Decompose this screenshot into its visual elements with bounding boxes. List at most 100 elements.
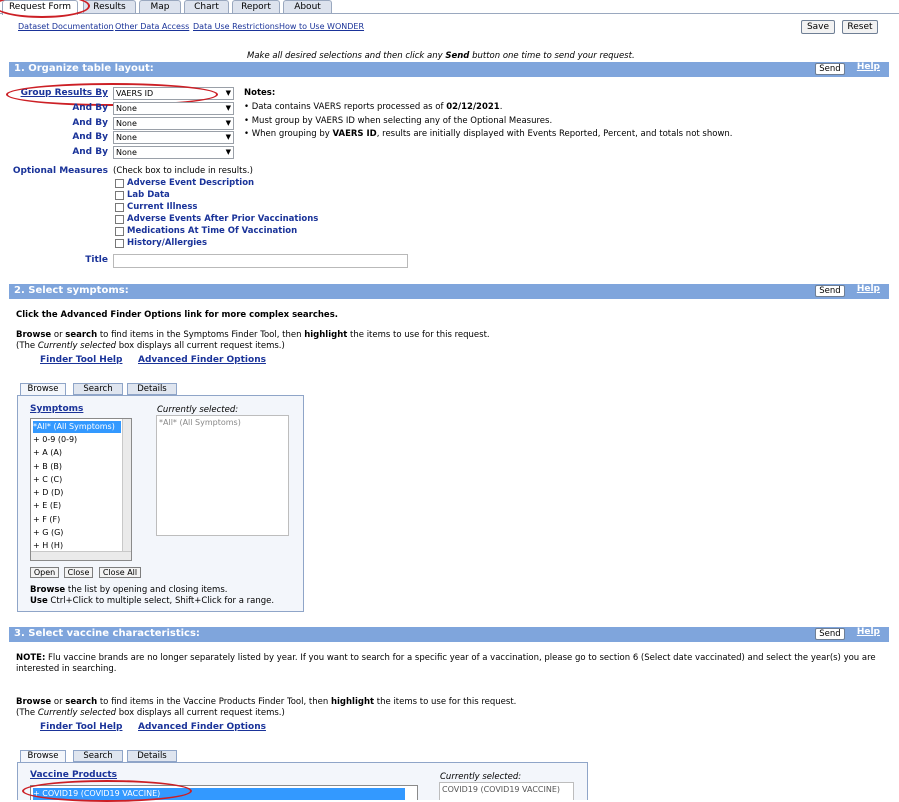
chevron-down-icon: ▼ [225,133,231,141]
help-link-1[interactable]: Help [857,62,880,72]
vaccine-tab-details[interactable]: Details [127,750,177,762]
link-other-data-access[interactable]: Other Data Access [115,22,189,31]
tab-report[interactable]: Report [232,0,280,13]
checkbox-history-allergies[interactable] [115,239,124,248]
section-2-title: 2. Select symptoms: [14,285,129,296]
vaccine-listbox[interactable]: + COVID19 (COVID19 VACCINE) [30,785,418,800]
checkbox-lab-data[interactable] [115,191,124,200]
symptoms-currently-box[interactable]: *All* (All Symptoms) [156,415,289,536]
save-button[interactable]: Save [801,20,835,34]
checkbox-current-illness[interactable] [115,203,124,212]
and-by-label-2: And By [72,118,108,128]
group-results-select[interactable]: VAERS ID ▼ [113,87,234,100]
list-item[interactable]: + E (E) [33,500,61,512]
list-item[interactable]: + G (G) [33,527,63,539]
list-item[interactable]: + 0-9 (0-9) [33,434,77,446]
chevron-down-icon: ▼ [225,119,231,127]
label-adverse-event-description: Adverse Event Description [127,178,255,188]
group-results-label[interactable]: Group Results By [20,88,108,98]
note-3: • When grouping by VAERS ID, results are… [244,129,733,139]
help-link-2[interactable]: Help [857,284,880,294]
symptoms-tab-search[interactable]: Search [73,383,123,395]
and-by-label-3: And By [72,132,108,142]
tab-bar: Request Form Results Map Chart Report Ab… [0,0,899,15]
label-lab-data: Lab Data [127,190,170,200]
chevron-down-icon: ▼ [225,104,231,112]
symptoms-list-title[interactable]: Symptoms [30,404,83,414]
vaccine-note-line: (The Currently selected box displays all… [16,708,285,718]
tab-results[interactable]: Results [83,0,136,13]
notes-title: Notes: [244,88,276,98]
symptoms-finder-help-link[interactable]: Finder Tool Help [40,355,122,365]
label-adverse-events-prior: Adverse Events After Prior Vaccinations [127,214,319,224]
symptoms-help-use: Use Ctrl+Click to multiple select, Shift… [30,596,275,606]
vaccine-currently-box[interactable]: COVID19 (COVID19 VACCINE) [439,782,574,800]
vaccine-finder-help-link[interactable]: Finder Tool Help [40,722,122,732]
and-by-select-2[interactable]: None ▼ [113,117,234,130]
horizontal-scrollbar[interactable] [31,551,131,560]
vaccine-advanced-link[interactable]: Advanced Finder Options [138,722,266,732]
vaccine-tab-search[interactable]: Search [73,750,123,762]
and-by-select-1[interactable]: None ▼ [113,102,234,115]
label-current-illness: Current Illness [127,202,198,212]
instruction-text: Make all desired selections and then cli… [247,51,635,61]
optional-measures-label: Optional Measures [12,166,108,176]
symptoms-help-browse: Browse the list by opening and closing i… [30,585,228,595]
send-button-1[interactable]: Send [815,63,845,75]
label-medications: Medications At Time Of Vaccination [127,226,298,236]
list-item[interactable]: + COVID19 (COVID19 VACCINE) [33,788,405,800]
and-by-label-4: And By [72,147,108,157]
reset-button[interactable]: Reset [842,20,878,34]
send-button-2[interactable]: Send [815,285,845,297]
tab-map[interactable]: Map [139,0,181,13]
open-button[interactable]: Open [30,567,59,578]
symptoms-browse-line: Browse or search to find items in the Sy… [16,330,490,340]
list-item[interactable]: *All* (All Symptoms) [33,421,121,433]
title-label: Title [85,255,108,265]
list-item[interactable]: + A (A) [33,447,62,459]
checkbox-adverse-events-prior[interactable] [115,215,124,224]
optional-measures-hint: (Check box to include in results.) [113,166,253,176]
vaccine-browse-line: Browse or search to find items in the Va… [16,697,517,707]
list-item[interactable]: + C (C) [33,474,62,486]
chevron-down-icon: ▼ [225,148,231,156]
tab-request-form[interactable]: Request Form [2,0,78,15]
and-by-select-4[interactable]: None ▼ [113,146,234,159]
list-item[interactable]: + B (B) [33,461,62,473]
section-3-title: 3. Select vaccine characteristics: [14,628,200,639]
note-2: • Must group by VAERS ID when selecting … [244,116,553,126]
and-by-label-1: And By [72,103,108,113]
link-data-use-restrictions[interactable]: Data Use Restrictions [193,22,279,31]
list-item[interactable]: + D (D) [33,487,63,499]
symptoms-note-line: (The Currently selected box displays all… [16,341,285,351]
title-input[interactable] [113,254,408,268]
vaccine-note: NOTE: Flu vaccine brands are no longer s… [16,653,876,674]
symptoms-tab-details[interactable]: Details [127,383,177,395]
close-button[interactable]: Close [64,567,93,578]
close-all-button[interactable]: Close All [99,567,141,578]
vaccine-currently-label: Currently selected: [440,772,522,782]
link-dataset-documentation[interactable]: Dataset Documentation [18,22,114,31]
send-button-3[interactable]: Send [815,628,845,640]
vertical-scrollbar[interactable] [122,419,131,551]
and-by-select-3[interactable]: None ▼ [113,131,234,144]
section-3-header: 3. Select vaccine characteristics: Send … [9,627,889,642]
section-1-header: 1. Organize table layout: Send Help [9,62,889,77]
tab-chart[interactable]: Chart [184,0,229,13]
symptoms-currently-label: Currently selected: [157,405,239,415]
symptoms-intro: Click the Advanced Finder Options link f… [16,310,338,320]
help-link-3[interactable]: Help [857,627,880,637]
note-1: • Data contains VAERS reports processed … [244,102,503,112]
symptoms-advanced-link[interactable]: Advanced Finder Options [138,355,266,365]
tab-about[interactable]: About [283,0,332,13]
chevron-down-icon: ▼ [225,89,231,97]
label-history-allergies: History/Allergies [127,238,208,248]
list-item[interactable]: + F (F) [33,514,60,526]
symptoms-listbox[interactable]: *All* (All Symptoms) + 0-9 (0-9) + A (A)… [30,418,132,561]
vaccine-list-title[interactable]: Vaccine Products [30,770,117,780]
link-how-to-use-wonder[interactable]: How to Use WONDER [279,22,364,31]
section-1-title: 1. Organize table layout: [14,63,154,74]
section-2-header: 2. Select symptoms: Send Help [9,284,889,299]
checkbox-medications[interactable] [115,227,124,236]
checkbox-adverse-event-description[interactable] [115,179,124,188]
